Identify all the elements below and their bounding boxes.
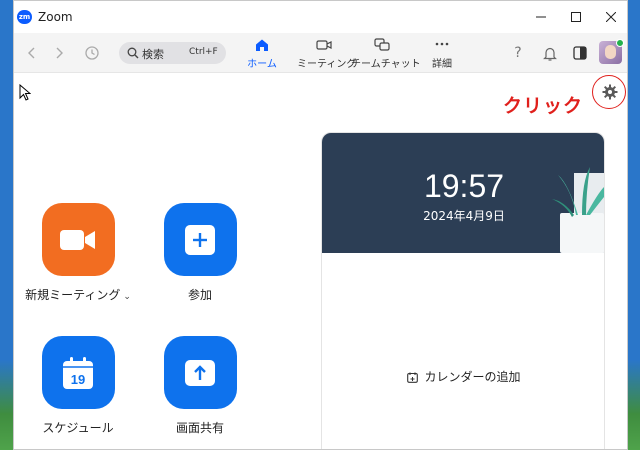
side-panel-icon <box>573 46 587 60</box>
calendar-day-number: 19 <box>71 372 85 387</box>
share-screen-button[interactable] <box>163 336 237 409</box>
window-title: Zoom <box>38 10 73 24</box>
home-content: クリック 新規ミーティング ⌄ 参加 19 スケジュール 画面共有 19:57 … <box>14 74 627 449</box>
avatar[interactable] <box>599 39 624 64</box>
zoom-window: zm Zoom 検索 Ctrl+F ホーム ミーティング チームチャット 詳細 … <box>13 0 628 450</box>
more-icon <box>435 42 449 46</box>
forward-button[interactable] <box>51 45 67 61</box>
notifications-button[interactable] <box>541 44 559 62</box>
search-icon <box>127 47 139 59</box>
close-icon <box>606 12 616 22</box>
mouse-cursor-icon <box>19 84 31 101</box>
search-label: 検索 <box>142 48 164 61</box>
tab-more-label: 詳細 <box>432 59 452 70</box>
maximize-icon <box>571 12 581 22</box>
settings-gear-icon[interactable] <box>602 84 618 100</box>
plus-icon <box>185 224 215 255</box>
schedule-action[interactable]: 19 スケジュール <box>18 336 138 436</box>
avatar-face <box>605 45 616 59</box>
schedule-label: スケジュール <box>42 421 114 435</box>
add-calendar-label: カレンダーの追加 <box>424 370 521 384</box>
calendar-icon: 19 <box>63 356 93 389</box>
chevron-down-icon[interactable]: ⌄ <box>123 292 131 302</box>
chevron-right-icon <box>56 47 63 59</box>
zoom-logo-icon: zm <box>17 10 32 24</box>
clock-date: 2024年4月9日 <box>423 209 505 223</box>
back-button[interactable] <box>24 45 40 61</box>
home-icon <box>256 39 268 51</box>
click-annotation-text: クリック <box>503 95 584 117</box>
clock-banner: 19:57 2024年4月9日 <box>322 133 604 253</box>
search-shortcut: Ctrl+F <box>189 47 218 57</box>
video-camera-icon <box>316 40 332 50</box>
share-screen-label: 画面共有 <box>175 421 224 435</box>
close-button[interactable] <box>594 1 627 33</box>
calendar-plus-icon <box>407 372 419 383</box>
tab-more[interactable]: 詳細 <box>424 38 460 72</box>
tab-meetings-label: ミーティング <box>297 59 357 70</box>
schedule-button[interactable]: 19 <box>41 336 115 409</box>
desktop-background-right <box>628 0 640 450</box>
new-meeting-label: 新規ミーティング ⌄ <box>25 288 131 302</box>
chat-bubbles-icon <box>374 38 390 51</box>
calendar-card: 19:57 2024年4月9日 カレンダーの追加 <box>321 132 605 449</box>
tab-meetings[interactable]: ミーティング <box>297 38 357 72</box>
title-bar: zm Zoom <box>14 1 627 33</box>
history-clock-icon <box>85 46 99 60</box>
maximize-button[interactable] <box>559 1 593 33</box>
minimize-icon <box>536 16 546 18</box>
help-icon: ? <box>514 45 522 61</box>
toolbar: 検索 Ctrl+F ホーム ミーティング チームチャット 詳細 ? <box>14 33 627 73</box>
help-button[interactable]: ? <box>509 44 527 62</box>
join-action[interactable]: 参加 <box>140 203 260 303</box>
new-meeting-button[interactable] <box>41 203 115 276</box>
bell-icon <box>543 47 557 61</box>
chevron-left-icon <box>28 47 35 59</box>
video-camera-icon <box>60 229 95 250</box>
desktop-background-left <box>0 0 13 450</box>
clock-time: 19:57 <box>423 168 505 204</box>
upload-arrow-icon <box>185 359 215 386</box>
tab-home[interactable]: ホーム <box>244 38 280 72</box>
minimize-button[interactable] <box>524 1 558 33</box>
search-input[interactable]: 検索 Ctrl+F <box>119 42 226 64</box>
tab-team-chat-label: チームチャット <box>351 59 421 70</box>
add-calendar-link[interactable]: カレンダーの追加 <box>322 368 604 385</box>
join-label: 参加 <box>187 288 212 302</box>
new-meeting-action[interactable]: 新規ミーティング ⌄ <box>18 203 138 303</box>
side-panel-button[interactable] <box>571 44 589 62</box>
presence-status-icon <box>616 39 624 47</box>
join-button[interactable] <box>163 203 237 276</box>
tab-team-chat[interactable]: チームチャット <box>351 38 421 72</box>
tab-home-label: ホーム <box>247 59 277 70</box>
share-screen-action[interactable]: 画面共有 <box>140 336 260 436</box>
history-button[interactable] <box>84 45 100 61</box>
